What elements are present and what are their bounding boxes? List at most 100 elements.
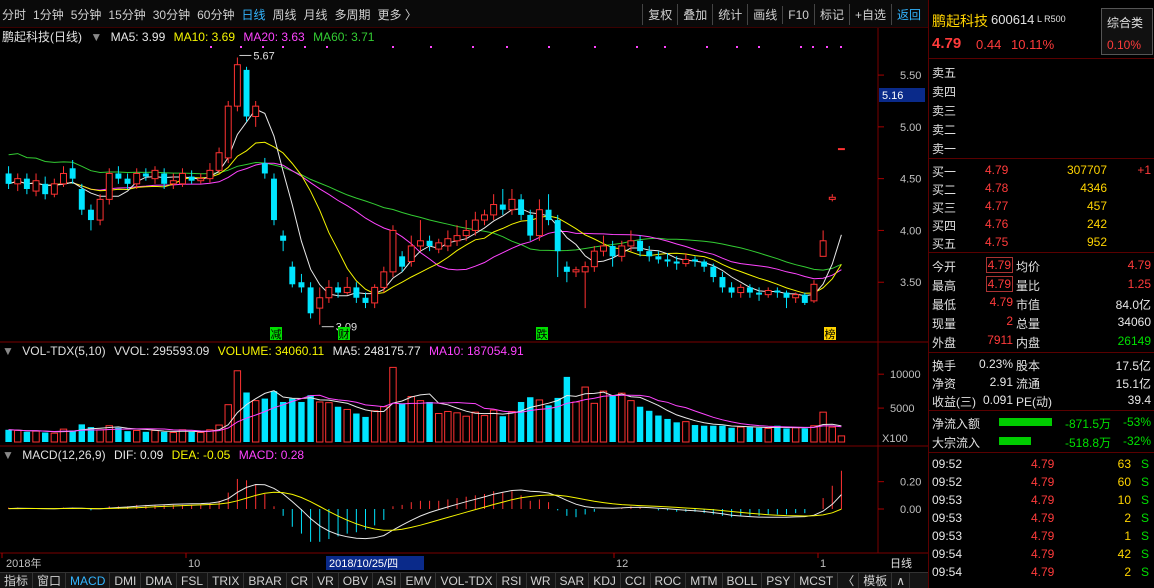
indicator-tab[interactable]: 指标 <box>0 573 34 588</box>
chart-tool-buttons: 复权 叠加 统计 画线 F10 标记 +自选 返回 <box>642 4 926 25</box>
indicator-tab[interactable]: VR <box>313 573 339 588</box>
indicator-tab[interactable]: OBV <box>339 573 374 588</box>
indicator-tab[interactable]: MCST <box>795 573 839 588</box>
stat-row: 外盘 7911 内盘 26149 <box>932 333 1151 350</box>
period-tab[interactable]: 日线 <box>241 6 265 23</box>
indicator-tab[interactable]: BOLL <box>723 573 763 588</box>
indicator-tab[interactable]: ROC <box>651 573 687 588</box>
toolbar-button[interactable]: 复权 <box>642 4 677 25</box>
volume-bar <box>527 397 534 442</box>
period-tab[interactable]: 周线 <box>272 6 296 23</box>
indicator-tab[interactable]: 窗口 <box>33 573 67 588</box>
indicator-tab[interactable]: RSI <box>497 573 527 588</box>
volume-bar <box>746 427 754 442</box>
stock-chart[interactable]: 5.50 5.00 4.50 4.00 3.50 5.16 10000 5000 X100 0.2… <box>0 28 928 572</box>
buy-level[interactable]: 买四 4.76 242 <box>929 215 1154 233</box>
signal-dot <box>812 46 814 48</box>
event-marker[interactable]: 榜 <box>824 327 836 341</box>
indicator-tab[interactable]: ASI <box>373 573 402 588</box>
toolbar-button[interactable]: 统计 <box>712 4 747 25</box>
buy-level[interactable]: 买二 4.78 4346 <box>929 179 1154 197</box>
vol-vvol: VVOL: 295593.09 <box>113 344 210 358</box>
vol-unit-label: X100 <box>882 433 908 445</box>
period-tab[interactable]: 30分钟 <box>153 6 190 23</box>
category-button[interactable]: 综合类 <box>1107 14 1143 31</box>
indicator-tab[interactable]: VOL-TDX <box>436 573 498 588</box>
period-tab[interactable]: 1分钟 <box>33 6 64 23</box>
signal-dot <box>430 46 432 48</box>
event-marker[interactable]: 减 <box>270 327 282 341</box>
volume-bar <box>646 410 653 442</box>
buy-level[interactable]: 买一 4.79 307707 +1 <box>929 161 1154 179</box>
indicator-tab[interactable]: DMA <box>141 573 178 588</box>
macd-dropdown-icon[interactable]: ▼ <box>2 448 14 462</box>
toolbar-button[interactable]: F10 <box>782 6 814 24</box>
candle <box>837 148 845 151</box>
toolbar-button[interactable]: 画线 <box>747 4 782 25</box>
event-marker[interactable]: 跌 <box>536 327 548 341</box>
indicator-tab[interactable]: WR <box>527 573 556 588</box>
signal-dot <box>594 46 596 48</box>
quote-panel: 鹏起科技 600614 L R500 综合类 0.10% 4.79 0.44 1… <box>928 0 1154 588</box>
period-tab[interactable]: 分时 <box>2 6 26 23</box>
period-tab[interactable]: 15分钟 <box>108 6 145 23</box>
signal-dot <box>758 46 760 48</box>
indicator-tab[interactable]: SAR <box>556 573 590 588</box>
buy-level[interactable]: 买五 4.75 952 <box>929 233 1154 251</box>
signal-dot <box>392 46 394 48</box>
indicator-tab[interactable]: FSL <box>177 573 209 588</box>
indicator-tab[interactable]: KDJ <box>589 573 621 588</box>
indicator-tabs-bar: 指标 窗口 MACD DMI DMA FSL TRIX BRAR CR VR OBV ASI EMV VO… <box>0 572 928 588</box>
sell-level[interactable]: 卖四 <box>929 81 1154 99</box>
volume-bar <box>41 432 49 442</box>
buy-level[interactable]: 买三 4.77 457 <box>929 197 1154 215</box>
sell-level[interactable]: 卖五 <box>929 62 1154 80</box>
svg-text:2018/10/25/四: 2018/10/25/四 <box>329 558 398 570</box>
volume-bar <box>655 415 662 442</box>
volume-bar <box>691 425 699 442</box>
period-tab[interactable]: 60分钟 <box>197 6 234 23</box>
indicator-tab[interactable]: 模板 <box>859 573 893 588</box>
volume-dropdown-icon[interactable]: ▼ <box>2 344 14 358</box>
indicator-tab[interactable]: CR <box>287 573 314 588</box>
time-axis-label: 1 <box>820 558 826 570</box>
legend-dropdown-icon[interactable]: ▼ <box>90 30 102 44</box>
indicator-tab[interactable]: ∧ <box>892 573 911 588</box>
toolbar-button[interactable]: 叠加 <box>677 4 712 25</box>
indicator-tab[interactable]: TRIX <box>208 573 245 588</box>
signal-dot <box>210 46 212 48</box>
fundamental-row: 净资 2.91 流通 15.1亿 <box>932 375 1151 391</box>
signal-dot <box>282 46 284 48</box>
sell-level[interactable]: 卖一 <box>929 138 1154 156</box>
candle <box>243 66 250 122</box>
toolbar-button[interactable]: +自选 <box>848 4 891 25</box>
period-tab[interactable]: 多周期 <box>335 6 371 23</box>
volume-bar <box>23 431 31 442</box>
indicator-tab[interactable]: MACD <box>66 573 111 588</box>
indicator-tab[interactable]: PSY <box>762 573 796 588</box>
legend-ma5: MA5: 3.99 <box>110 30 166 44</box>
indicator-tab[interactable]: BRAR <box>244 573 287 588</box>
volume-bar <box>334 406 342 442</box>
sell-level[interactable]: 卖二 <box>929 119 1154 137</box>
signal-dot <box>664 46 666 48</box>
price-row: 4.79 0.44 10.11% <box>929 34 1154 54</box>
event-marker[interactable]: 财 <box>338 327 350 341</box>
volume-bar <box>188 431 195 442</box>
indicator-tab[interactable]: 〈 <box>838 573 860 588</box>
toolbar-button[interactable]: 返回 <box>890 4 926 25</box>
indicator-tab[interactable]: DMI <box>110 573 142 588</box>
indicator-tab[interactable]: MTM <box>686 573 723 588</box>
period-tab[interactable]: 更多 〉 <box>378 6 417 23</box>
time-axis-label: 12 <box>616 558 628 570</box>
volume-bar <box>700 425 708 442</box>
volume-bar <box>426 401 433 442</box>
period-tab[interactable]: 月线 <box>304 6 328 23</box>
indicator-tab[interactable]: CCI <box>621 573 651 588</box>
signal-dot <box>826 46 828 48</box>
price-axis-label: 3.50 <box>900 277 921 289</box>
sell-level[interactable]: 卖三 <box>929 100 1154 118</box>
period-tab[interactable]: 5分钟 <box>71 6 102 23</box>
indicator-tab[interactable]: EMV <box>401 573 437 588</box>
toolbar-button[interactable]: 标记 <box>813 4 849 25</box>
